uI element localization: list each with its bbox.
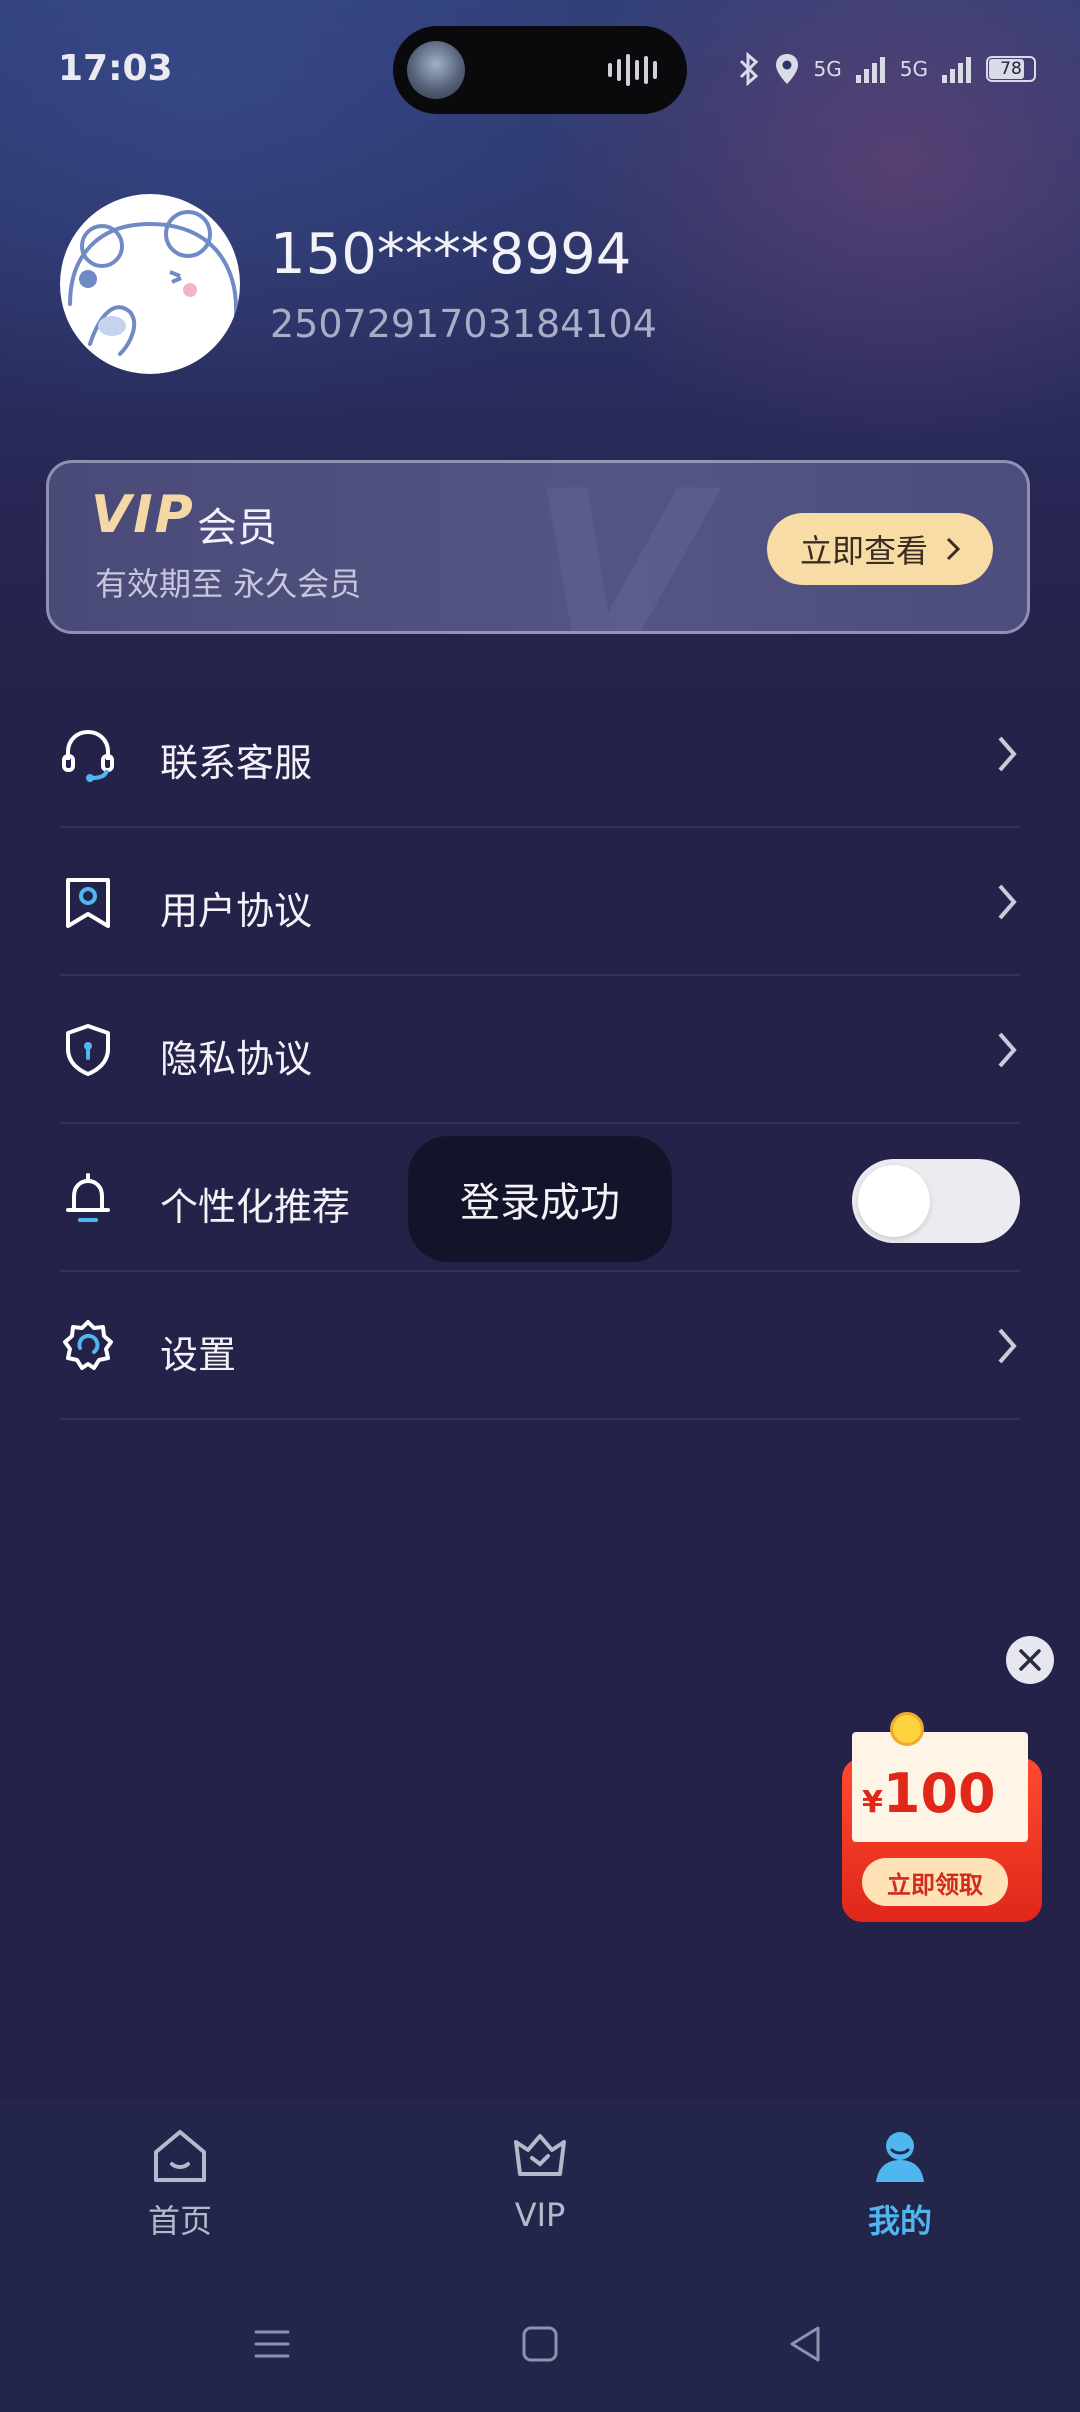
menu-item-settings[interactable]: 设置 xyxy=(60,1272,1020,1420)
chevron-right-icon xyxy=(946,537,960,561)
crown-icon xyxy=(514,2134,566,2176)
menu-label: 隐私协议 xyxy=(160,1037,313,1081)
vip-logo: VIP xyxy=(91,485,195,545)
signal-5g-label: 5G xyxy=(813,57,842,81)
bluetooth-icon xyxy=(739,52,758,86)
menu-icon[interactable] xyxy=(250,2322,294,2366)
vip-card[interactable]: V VIP 会员 有效期至 永久会员 立即查看 xyxy=(46,460,1030,634)
currency-symbol: ¥ xyxy=(862,1785,883,1820)
menu-label: 个性化推荐 xyxy=(160,1185,351,1229)
signal-icon xyxy=(855,57,885,83)
user-id: 2507291703184104 xyxy=(270,302,657,346)
media-thumbnail xyxy=(407,41,465,99)
user-phone: 150****8994 xyxy=(270,222,632,287)
home-icon xyxy=(154,2130,206,2182)
toggle-knob xyxy=(858,1165,930,1237)
vip-view-button[interactable]: 立即查看 xyxy=(767,513,993,585)
chevron-right-icon xyxy=(998,1032,1017,1068)
status-icons: 5G 5G 78 xyxy=(738,48,1036,90)
vip-validity: 有效期至 永久会员 xyxy=(95,565,362,603)
vip-view-button-label: 立即查看 xyxy=(799,532,928,570)
chevron-right-icon xyxy=(998,1328,1017,1364)
status-time: 17:03 xyxy=(58,48,173,89)
red-packet-claim-button[interactable]: 立即领取 xyxy=(862,1858,1008,1906)
bookmark-icon xyxy=(66,878,110,928)
tab-mine[interactable]: 我的 xyxy=(800,2126,1000,2276)
avatar[interactable] xyxy=(60,194,240,374)
gear-icon xyxy=(63,1320,113,1370)
red-packet-promo[interactable]: ¥100 立即领取 xyxy=(832,1712,1052,1922)
battery-icon: 78 xyxy=(986,56,1036,82)
user-icon xyxy=(876,2132,924,2182)
amount-value: 100 xyxy=(882,1762,996,1825)
tab-label: 首页 xyxy=(147,2202,212,2240)
close-icon xyxy=(1019,1649,1041,1671)
dynamic-island[interactable] xyxy=(393,26,687,114)
tab-home[interactable]: 首页 xyxy=(80,2126,280,2276)
menu-item-user-agreement[interactable]: 用户协议 xyxy=(60,828,1020,976)
login-success-toast: 登录成功 xyxy=(408,1136,672,1262)
tab-vip[interactable]: VIP xyxy=(440,2126,640,2276)
menu-label: 联系客服 xyxy=(160,741,313,785)
menu-item-privacy-policy[interactable]: 隐私协议 xyxy=(60,976,1020,1124)
vip-watermark: V xyxy=(529,460,708,634)
red-packet-amount: ¥100 xyxy=(862,1762,996,1825)
back-icon[interactable] xyxy=(784,2322,828,2366)
chevron-right-icon xyxy=(998,884,1017,920)
home-square-icon[interactable] xyxy=(518,2322,562,2366)
bell-icon xyxy=(66,1173,110,1222)
tab-label: 我的 xyxy=(867,2202,932,2240)
audio-wave-icon xyxy=(608,54,657,86)
coin-icon xyxy=(890,1712,924,1746)
location-icon xyxy=(775,54,798,84)
personalized-recommend-toggle[interactable] xyxy=(852,1159,1020,1243)
battery-level: 78 xyxy=(1000,59,1022,79)
chevron-right-icon xyxy=(998,736,1017,772)
headset-icon xyxy=(62,729,114,782)
menu-label: 用户协议 xyxy=(160,889,313,933)
close-red-packet-button[interactable] xyxy=(1006,1636,1054,1684)
signal-icon-2 xyxy=(942,57,971,83)
bear-avatar-icon xyxy=(68,210,239,356)
menu-item-customer-service[interactable]: 联系客服 xyxy=(60,680,1020,828)
signal-5g-label-2: 5G xyxy=(899,57,928,81)
tab-label: VIP xyxy=(514,2196,566,2234)
menu-label: 设置 xyxy=(160,1333,237,1377)
vip-title: 会员 xyxy=(197,505,277,551)
shield-icon xyxy=(66,1024,110,1076)
